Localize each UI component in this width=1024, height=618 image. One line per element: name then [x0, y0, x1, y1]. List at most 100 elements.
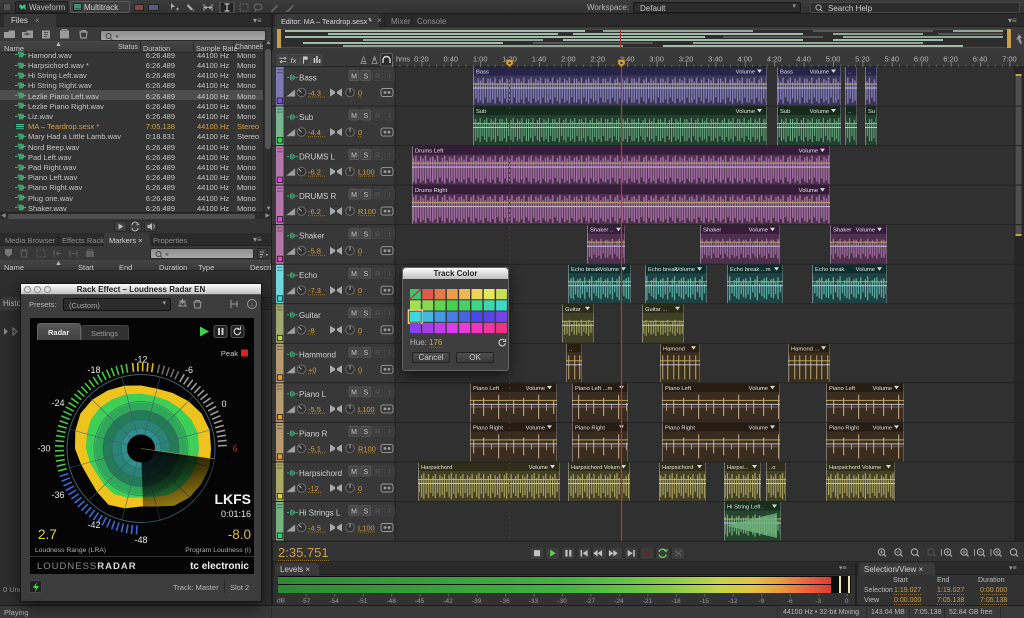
svg-text:Piano Right: Piano Right: [575, 425, 605, 431]
svg-text:M: M: [351, 192, 357, 199]
svg-text:Echo break ...m: Echo break ...m: [730, 267, 771, 273]
svg-text:Harpsichord: Harpsichord: [299, 469, 342, 478]
svg-text:-30: -30: [557, 598, 567, 605]
svg-text:R: R: [375, 271, 380, 278]
svg-text:-6.2: -6.2: [308, 168, 321, 177]
svg-text:R100: R100: [358, 207, 376, 216]
svg-text:Volume: Volume: [873, 386, 892, 392]
svg-text:I: I: [388, 508, 390, 515]
svg-text:L100: L100: [358, 168, 375, 177]
svg-text:-33: -33: [529, 598, 539, 605]
svg-text:-5.1: -5.1: [308, 444, 321, 453]
svg-text:Volume: Volume: [529, 465, 548, 471]
svg-text:Volume: Volume: [856, 228, 875, 234]
svg-text:I: I: [388, 271, 390, 278]
svg-text:I: I: [388, 192, 390, 199]
svg-text:I: I: [388, 390, 390, 397]
svg-text:Piano Left: Piano Left: [665, 386, 691, 392]
svg-text:0: 0: [358, 326, 362, 335]
svg-text:-12: -12: [308, 484, 319, 493]
svg-text:0: 0: [358, 89, 362, 98]
svg-text:Sub: Sub: [299, 113, 314, 122]
svg-text:Piano Left: Piano Left: [829, 386, 855, 392]
svg-text:-57: -57: [301, 598, 311, 605]
svg-text:Guitar ...: Guitar ...: [645, 307, 668, 313]
svg-text:..: ..: [569, 346, 573, 352]
svg-text:R: R: [375, 232, 380, 239]
svg-text:Sub: Sub: [476, 109, 486, 115]
svg-text:Peak: Peak: [221, 349, 238, 358]
svg-text:M: M: [351, 508, 357, 515]
svg-text:0: 0: [358, 484, 362, 493]
svg-text:Piano Right: Piano Right: [829, 425, 859, 431]
svg-text:S: S: [363, 469, 368, 476]
svg-text:Echo break: Echo break: [571, 267, 600, 273]
svg-text:Sub: Sub: [780, 109, 790, 115]
svg-text:-6: -6: [185, 365, 193, 375]
svg-text:hms: hms: [396, 55, 410, 64]
svg-text:Harpsichord Volume: Harpsichord Volume: [829, 465, 881, 471]
svg-text:-9: -9: [758, 598, 764, 605]
svg-text:Volume: Volume: [749, 228, 768, 234]
svg-text:Echo break: Echo break: [815, 267, 844, 273]
svg-text:R100: R100: [358, 444, 376, 453]
svg-text:dB: dB: [277, 598, 285, 605]
svg-text:-5.5: -5.5: [308, 405, 321, 414]
svg-text:+0: +0: [308, 365, 317, 374]
svg-text:-7.3: -7.3: [308, 286, 321, 295]
svg-text:R: R: [375, 192, 380, 199]
svg-text:-39: -39: [472, 598, 482, 605]
svg-text:Hi String Left .: Hi String Left .: [727, 505, 764, 511]
svg-text:S: S: [363, 152, 368, 159]
svg-text:Volume: Volume: [526, 425, 545, 431]
svg-text:Volume: Volume: [526, 386, 545, 392]
svg-text:Echo: Echo: [299, 271, 318, 280]
svg-text:-6: -6: [787, 598, 793, 605]
svg-text:Volume: Volume: [856, 267, 875, 273]
svg-text:-6.2: -6.2: [308, 207, 321, 216]
svg-text:S: S: [363, 311, 368, 318]
svg-text:-3: -3: [815, 598, 821, 605]
svg-text:M: M: [351, 232, 357, 239]
svg-text:I: I: [388, 350, 390, 357]
svg-text:R: R: [375, 469, 380, 476]
svg-text:-12: -12: [134, 355, 147, 365]
svg-text:..o: ..o: [769, 465, 775, 471]
svg-text:Piano Left: Piano Left: [473, 386, 499, 392]
svg-text:0: 0: [358, 128, 362, 137]
svg-text:LOUDNESSRADAR: LOUDNESSRADAR: [37, 561, 137, 572]
svg-text:Drums Left: Drums Left: [415, 149, 444, 155]
svg-text:-4.3: -4.3: [308, 89, 321, 98]
svg-text:Bass: Bass: [299, 74, 317, 83]
svg-text:Harpsichord Volum: Harpsichord Volum: [571, 465, 620, 471]
svg-text:Drums Right: Drums Right: [415, 188, 448, 194]
svg-text:M: M: [351, 469, 357, 476]
svg-text:S: S: [363, 271, 368, 278]
svg-text:Shaker: Shaker: [299, 232, 325, 241]
svg-text:-24: -24: [614, 598, 624, 605]
svg-text:M: M: [351, 152, 357, 159]
svg-text:M: M: [351, 113, 357, 120]
svg-text:0: 0: [358, 247, 362, 256]
svg-text:LKFS: LKFS: [214, 491, 251, 507]
svg-text:S: S: [363, 192, 368, 199]
svg-text:-15: -15: [700, 598, 710, 605]
svg-text:tc electronic: tc electronic: [190, 561, 249, 572]
svg-text:Loudness Range (LRA): Loudness Range (LRA): [35, 547, 106, 554]
svg-text:-48: -48: [386, 598, 396, 605]
svg-text:-45: -45: [415, 598, 425, 605]
svg-text:Volume: Volume: [736, 109, 755, 115]
svg-text:Piano L: Piano L: [299, 390, 327, 399]
svg-text:6: 6: [232, 444, 237, 454]
svg-text:..: ..: [848, 109, 852, 115]
svg-text:Hamond ...: Hamond ...: [791, 346, 820, 352]
svg-text:-42: -42: [443, 598, 453, 605]
svg-text:Volume: Volume: [600, 267, 619, 273]
svg-text:2.7: 2.7: [38, 527, 57, 542]
svg-text:I: I: [388, 232, 390, 239]
svg-text:Bass: Bass: [476, 70, 489, 76]
svg-text:I: I: [388, 113, 390, 120]
svg-text:Piano R: Piano R: [299, 429, 328, 438]
svg-text:-5.8: -5.8: [308, 247, 321, 256]
svg-text:..: ..: [868, 70, 872, 76]
